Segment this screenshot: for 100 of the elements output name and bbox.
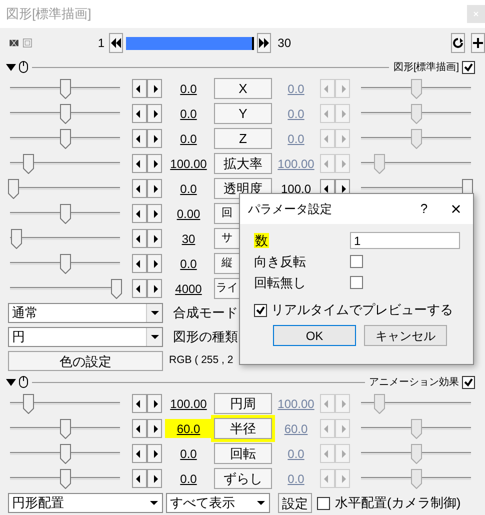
checkbox[interactable] <box>350 255 363 268</box>
dropdown[interactable]: 通常 <box>8 303 163 323</box>
slider-thumb[interactable] <box>111 278 122 298</box>
color-settings-button[interactable]: 色の設定 <box>8 351 163 371</box>
slider-thumb[interactable] <box>60 78 70 98</box>
collapse-icon[interactable] <box>6 378 16 386</box>
checkbox[interactable] <box>254 304 267 316</box>
add-button[interactable] <box>471 33 485 53</box>
checkbox[interactable] <box>462 376 475 388</box>
parameter-button[interactable]: ライ <box>214 278 240 299</box>
slider[interactable] <box>8 394 122 414</box>
ok-button[interactable]: OK <box>273 325 356 346</box>
slider-thumb[interactable] <box>410 418 422 438</box>
value-link[interactable]: 0.0 <box>180 444 197 462</box>
increase-button[interactable] <box>147 279 162 298</box>
slider-thumb[interactable] <box>23 154 34 174</box>
slider[interactable] <box>359 418 473 438</box>
checkbox[interactable] <box>350 276 363 289</box>
slider[interactable] <box>8 178 122 198</box>
slider[interactable] <box>8 418 122 438</box>
slider[interactable] <box>8 78 122 98</box>
value-link[interactable]: 100.00 <box>170 154 207 172</box>
help-button[interactable]: ? <box>409 199 439 219</box>
dropdown[interactable]: 円 <box>8 327 163 347</box>
increase-button[interactable] <box>147 79 162 98</box>
slider-thumb[interactable] <box>60 418 70 438</box>
parameter-button[interactable]: Z <box>214 128 272 149</box>
parameter-button[interactable]: 半径 <box>214 418 272 439</box>
parameter-button[interactable]: 縦 <box>214 253 240 274</box>
decrease-button[interactable] <box>132 79 147 98</box>
slider-thumb[interactable] <box>60 468 70 488</box>
parameter-button[interactable]: ずらし <box>214 468 272 489</box>
parameter-button[interactable]: 回 <box>214 203 240 224</box>
increase-button[interactable] <box>147 394 162 413</box>
value-link[interactable]: 0.0 <box>180 180 197 198</box>
slider-thumb[interactable] <box>410 444 422 464</box>
slider[interactable] <box>8 444 122 464</box>
dropdown[interactable]: すべて表示 <box>166 493 270 513</box>
value-link[interactable]: 0.0 <box>180 470 197 488</box>
slider[interactable] <box>359 104 473 124</box>
value-link[interactable]: 60.0 <box>176 420 200 438</box>
value-link[interactable]: 4000 <box>175 280 202 298</box>
decrease-button[interactable] <box>132 104 147 123</box>
increase-button[interactable] <box>147 469 162 488</box>
slider[interactable] <box>8 154 122 174</box>
increase-button[interactable] <box>147 179 162 198</box>
dropdown[interactable]: 円形配置 <box>8 493 163 513</box>
slider-thumb[interactable] <box>410 128 422 148</box>
forward-button[interactable] <box>256 33 271 53</box>
slider-thumb[interactable] <box>11 228 22 248</box>
decrease-button[interactable] <box>132 254 147 273</box>
value-link[interactable]: 0.0 <box>180 130 197 148</box>
value-link[interactable]: 0.0 <box>180 104 197 122</box>
parameter-button[interactable]: X <box>214 78 272 99</box>
increase-button[interactable] <box>147 419 162 438</box>
increase-button[interactable] <box>147 444 162 463</box>
increase-button[interactable] <box>147 204 162 223</box>
decrease-button[interactable] <box>132 179 147 198</box>
decrease-button[interactable] <box>132 394 147 413</box>
slider-thumb[interactable] <box>410 468 422 488</box>
value-link[interactable]: 0.00 <box>176 204 200 222</box>
slider[interactable] <box>8 204 122 224</box>
slider[interactable] <box>359 394 473 414</box>
slider-thumb[interactable] <box>60 104 70 124</box>
decrease-button[interactable] <box>132 444 147 463</box>
slider-thumb[interactable] <box>60 204 70 224</box>
slider[interactable] <box>8 278 122 298</box>
parameter-button[interactable]: 回転 <box>214 443 272 464</box>
increase-button[interactable] <box>147 229 162 248</box>
slider[interactable] <box>359 128 473 148</box>
slider[interactable] <box>359 78 473 98</box>
slider-thumb[interactable] <box>8 178 19 198</box>
slider[interactable] <box>359 154 473 174</box>
settings-button[interactable]: 設定 <box>278 493 312 513</box>
parameter-button[interactable]: サ <box>214 228 240 249</box>
slider[interactable] <box>8 104 122 124</box>
value-link[interactable]: 0.0 <box>180 80 197 98</box>
slider[interactable] <box>359 468 473 488</box>
parameter-button[interactable]: 円周 <box>214 393 272 414</box>
slider-thumb[interactable] <box>374 154 386 174</box>
slider-thumb[interactable] <box>374 394 386 414</box>
decrease-button[interactable] <box>132 229 147 248</box>
increase-button[interactable] <box>147 154 162 173</box>
value-link[interactable]: 100.00 <box>170 394 207 412</box>
increase-button[interactable] <box>147 129 162 148</box>
slider-thumb[interactable] <box>410 78 422 98</box>
checkbox[interactable] <box>462 60 475 74</box>
slider-thumb[interactable] <box>60 128 70 148</box>
decrease-button[interactable] <box>132 419 147 438</box>
input-field[interactable]: 1 <box>350 232 460 249</box>
parameter-button[interactable]: 拡大率 <box>214 153 272 174</box>
slider[interactable] <box>8 228 122 248</box>
decrease-button[interactable] <box>132 154 147 173</box>
collapse-icon[interactable] <box>6 64 16 70</box>
loop-button[interactable] <box>451 33 465 53</box>
slider[interactable] <box>359 444 473 464</box>
value-link[interactable]: 30 <box>182 230 196 248</box>
slider-thumb[interactable] <box>23 394 34 414</box>
cancel-button[interactable]: キャンセル <box>364 325 447 346</box>
increase-button[interactable] <box>147 104 162 123</box>
